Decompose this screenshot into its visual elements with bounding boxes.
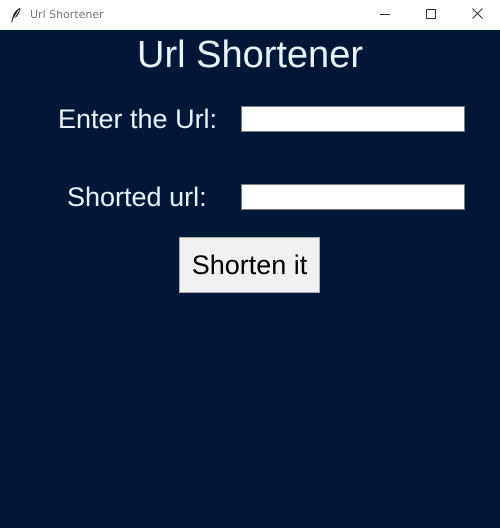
close-icon xyxy=(471,6,483,24)
maximize-button[interactable] xyxy=(408,0,454,30)
window-title: Url Shortener xyxy=(30,8,104,21)
url-input[interactable] xyxy=(241,106,465,132)
main-content: Url Shortener Enter the Url: Shorted url… xyxy=(0,30,500,528)
title-bar[interactable]: Url Shortener xyxy=(0,0,500,30)
app-window: Url Shortener Url Shortener Enter the Ur… xyxy=(0,0,500,528)
page-title: Url Shortener xyxy=(137,34,363,76)
minimize-icon xyxy=(380,6,390,24)
shorten-button[interactable]: Shorten it xyxy=(179,237,320,293)
close-button[interactable] xyxy=(454,0,500,30)
short-url-field[interactable] xyxy=(241,184,465,210)
feather-icon xyxy=(10,7,22,23)
short-url-label: Shorted url: xyxy=(67,182,207,212)
minimize-button[interactable] xyxy=(362,0,408,30)
maximize-icon xyxy=(426,6,436,24)
url-label: Enter the Url: xyxy=(58,104,218,134)
